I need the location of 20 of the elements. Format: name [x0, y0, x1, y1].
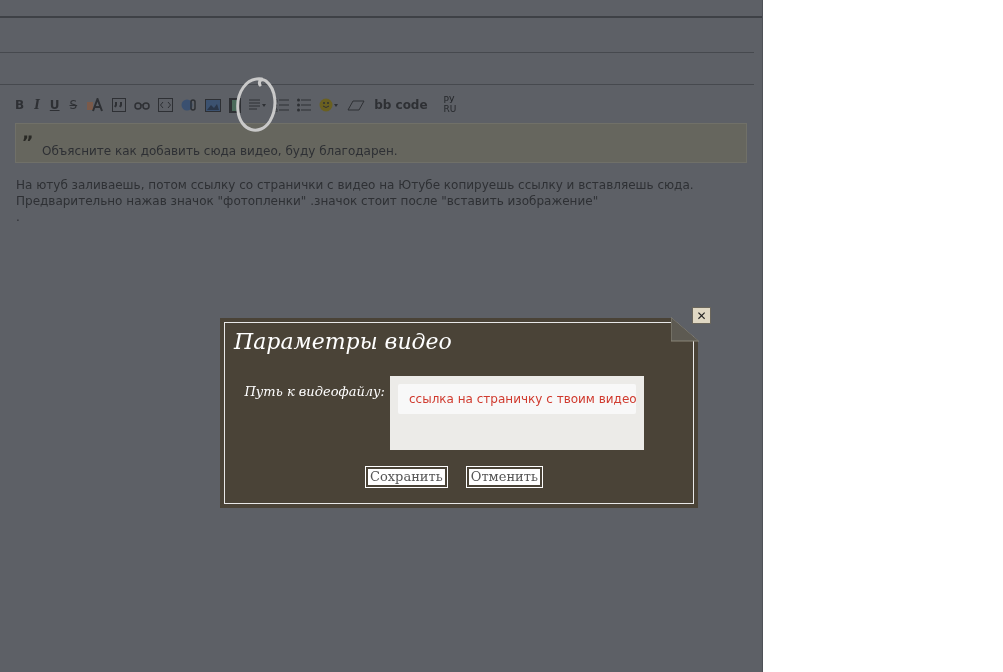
- smiley-dropdown-icon[interactable]: [319, 98, 340, 112]
- quote-mark: „: [22, 124, 34, 140]
- dialog-button[interactable]: Отменить: [466, 467, 542, 487]
- code-icon[interactable]: [158, 98, 174, 112]
- dialog-title: Параметры видео: [232, 328, 452, 356]
- font-size-icon[interactable]: [86, 98, 105, 112]
- image-icon[interactable]: [205, 98, 222, 112]
- quote-text: Объясните как добавить сюда видео, буду благодарен.: [41, 143, 399, 160]
- glasses-icon[interactable]: [134, 100, 151, 110]
- message-line: .: [16, 209, 21, 225]
- field-label: Путь к видеофайлу:: [243, 383, 386, 401]
- numbered-list-icon[interactable]: [275, 98, 290, 112]
- bullet-list-icon[interactable]: [297, 98, 312, 112]
- close-button[interactable]: ✕: [692, 307, 711, 324]
- dialog-button[interactable]: Сохранить: [365, 467, 447, 487]
- align-dropdown-icon[interactable]: [249, 99, 268, 111]
- quote-icon[interactable]: [112, 98, 127, 112]
- video-path-field[interactable]: ссылка на страничку с твоим видео: [390, 376, 644, 450]
- annotation-note: ссылка на страничку с твоим видео: [398, 384, 636, 414]
- folded-corner-icon: [671, 317, 699, 345]
